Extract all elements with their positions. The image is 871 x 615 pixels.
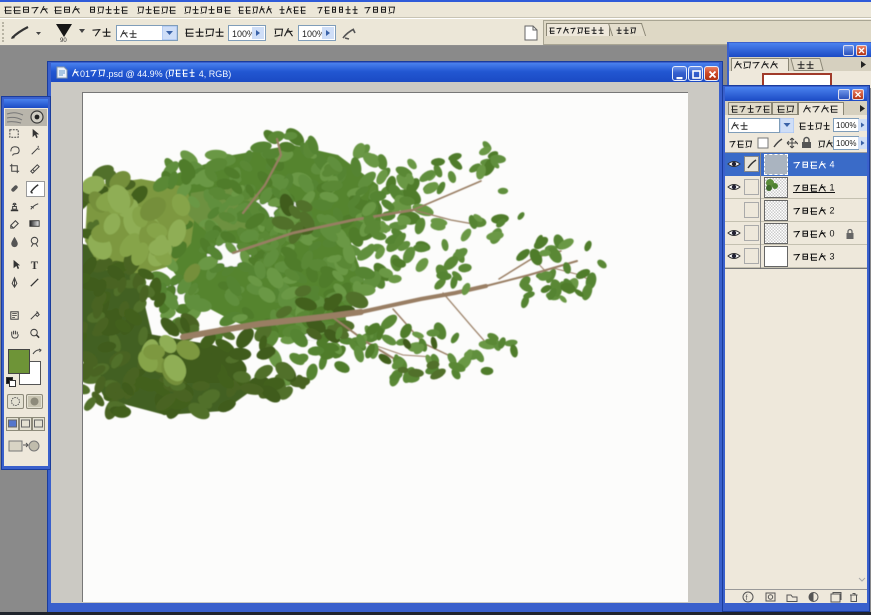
svg-text:90: 90 [60, 38, 67, 42]
svg-text:T: T [31, 260, 39, 271]
svg-text:f: f [746, 595, 748, 602]
